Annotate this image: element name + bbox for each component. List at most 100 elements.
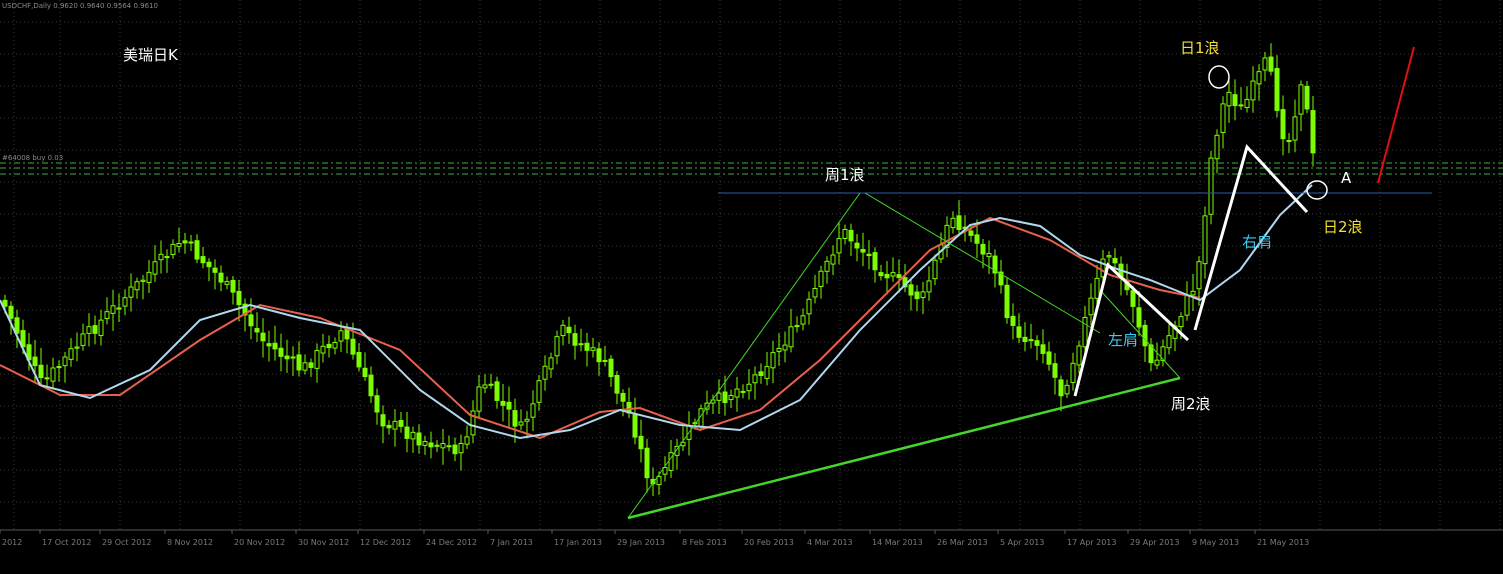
candle-body <box>896 274 902 278</box>
x-tick-label: 29 Oct 2012 <box>102 538 151 547</box>
candle-body <box>1166 335 1172 349</box>
candle-body <box>368 374 374 397</box>
candle-body <box>452 444 458 455</box>
candle-body <box>530 403 536 418</box>
candle-body <box>1208 157 1214 215</box>
candle-body <box>1178 316 1184 328</box>
candle-body <box>1286 140 1292 143</box>
candle-body <box>200 256 206 264</box>
candle-body <box>728 394 734 401</box>
candle-body <box>32 356 38 367</box>
candle-body <box>146 271 152 283</box>
candle-body <box>596 348 602 363</box>
x-tick-label: 17 Jan 2013 <box>554 538 602 547</box>
day-wave1-circle <box>1208 65 1230 89</box>
x-tick-label: 20 Feb 2013 <box>744 538 794 547</box>
candle-body <box>1094 277 1100 299</box>
candle-body <box>296 354 302 371</box>
candle-body <box>446 445 452 448</box>
candle-body <box>188 241 194 244</box>
candle-body <box>752 374 758 384</box>
candle-body <box>170 243 176 255</box>
label-point-a: A <box>1341 169 1352 187</box>
candle-body <box>1184 294 1190 316</box>
candle-body <box>1064 384 1070 395</box>
candle-body <box>734 388 740 398</box>
candle-body <box>656 476 662 486</box>
label-left-shoulder: 左肩 <box>1108 331 1138 349</box>
x-tick-label: 8 Nov 2012 <box>167 538 213 547</box>
candle-body <box>110 305 116 314</box>
order-label: #64008 buy 0.03 <box>2 154 63 162</box>
candle-body <box>404 426 410 439</box>
candle-body <box>410 431 416 440</box>
candle-body <box>1304 85 1310 110</box>
candle-body <box>548 357 554 370</box>
candle-body <box>1130 290 1136 307</box>
candle-body <box>890 272 896 277</box>
candle-body <box>1022 336 1028 342</box>
candle-body <box>830 254 836 265</box>
chart-window[interactable]: 2012 17 Oct 2012 29 Oct 2012 8 Nov 2012 20 N… <box>0 0 1503 574</box>
candle-body <box>554 336 560 357</box>
candle-body <box>128 286 134 298</box>
candle-body <box>500 400 506 406</box>
uptrend-line <box>627 376 1181 520</box>
candle-body <box>644 447 650 479</box>
candle-body <box>1298 84 1304 115</box>
x-tick-label: 29 Apr 2013 <box>1130 538 1179 547</box>
candle-body <box>782 344 788 351</box>
candle-body <box>356 351 362 368</box>
candle-body <box>1034 340 1040 346</box>
candle-body <box>1274 67 1280 111</box>
candle-body <box>1292 116 1298 141</box>
window-title: USDCHF,Daily 0.9620 0.9640 0.9564 0.9610 <box>2 2 158 10</box>
candle-body <box>320 345 326 354</box>
candle-body <box>302 362 308 371</box>
candle-body <box>1256 71 1262 85</box>
candle-body <box>440 443 446 449</box>
label-right-shoulder: 右肩 <box>1242 233 1272 251</box>
candle-body <box>1214 134 1220 160</box>
candle-body <box>638 435 644 450</box>
candle-body <box>374 395 380 413</box>
candle-body <box>524 418 530 422</box>
candle-body <box>290 356 296 359</box>
candle-body <box>86 326 92 334</box>
day-wave2-circle <box>1306 180 1328 200</box>
candle-body <box>722 391 728 403</box>
candle-body <box>332 342 338 349</box>
candle-body <box>848 229 854 242</box>
label-day-wave2: 日2浪 <box>1323 218 1363 236</box>
candle-body <box>182 240 188 244</box>
candle-body <box>824 260 830 272</box>
candle-body <box>1244 98 1250 108</box>
candle-body <box>770 352 776 369</box>
candle-body <box>932 259 938 280</box>
candle-body <box>602 359 608 362</box>
x-tick-label: 5 Apr 2013 <box>1000 538 1044 547</box>
candle-body <box>8 305 14 319</box>
candle-body <box>44 377 50 380</box>
candlestick-chart[interactable]: 2012 17 Oct 2012 29 Oct 2012 8 Nov 2012 20 N… <box>0 0 1503 574</box>
candle-body <box>212 267 218 273</box>
candle-body <box>1220 103 1226 133</box>
candle-body <box>860 248 866 253</box>
candle-body <box>476 386 482 412</box>
candle-body <box>812 288 818 298</box>
candle-body <box>308 362 314 368</box>
candle-body <box>152 261 158 275</box>
candle-body <box>68 348 74 360</box>
candle-body <box>908 284 914 296</box>
x-tick-label: 20 Nov 2012 <box>234 538 285 547</box>
candle-body <box>608 358 614 378</box>
candle-body <box>62 356 68 367</box>
candle-body <box>116 307 122 310</box>
candle-body <box>746 383 752 392</box>
candle-body <box>38 364 44 379</box>
candle-body <box>1310 110 1316 154</box>
candle-body <box>788 326 794 348</box>
x-tick-label: 24 Dec 2012 <box>426 538 477 547</box>
candle-body <box>506 401 512 410</box>
candle-body <box>206 261 212 268</box>
